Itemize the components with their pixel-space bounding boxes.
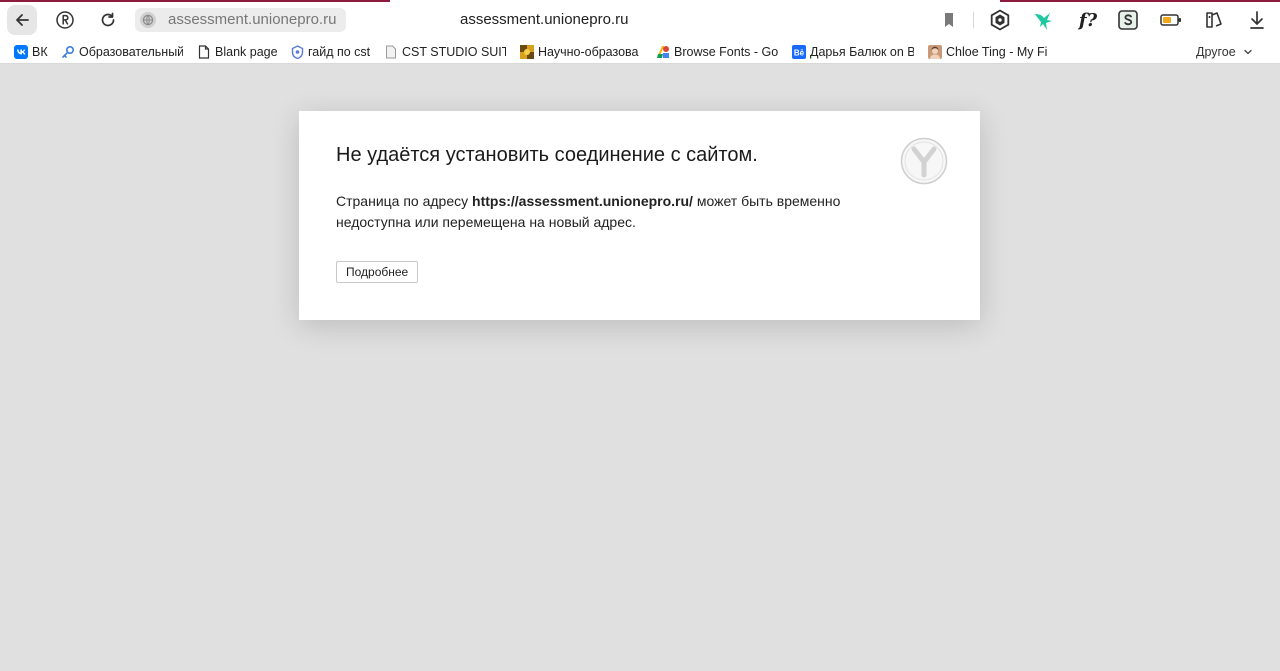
- font-identifier-button[interactable]: f?: [1075, 9, 1101, 31]
- toolbar-separator: [973, 12, 974, 28]
- bookmark-item[interactable]: CST STUDIO SUITE: [384, 43, 506, 60]
- battery-icon: [1160, 14, 1181, 26]
- details-button[interactable]: Подробнее: [336, 261, 419, 283]
- bookmarks-bar: ВК Образовательный Blank page гайд по cs…: [0, 40, 1280, 64]
- error-title: Не удаётся установить соединение с сайто…: [336, 144, 758, 166]
- bookmark-label: Blank page: [215, 44, 278, 59]
- bookmark-item[interactable]: Chloe Ting - My Fi: [928, 43, 1047, 60]
- chevron-down-icon: [1244, 49, 1252, 54]
- behance-icon: Bē: [792, 44, 806, 59]
- download-icon: [1250, 11, 1264, 29]
- google-fonts-icon: [656, 45, 670, 59]
- other-bookmarks-label: Другое: [1196, 44, 1236, 59]
- yandex-icon: [56, 11, 74, 29]
- yandex-browser-logo-icon: [900, 137, 948, 185]
- extension-shield-button[interactable]: [989, 9, 1011, 31]
- bookmark-item[interactable]: Образовательный: [61, 43, 183, 60]
- collections-button[interactable]: [1203, 9, 1225, 31]
- bookmark-label: Дарья Балюк on B: [810, 44, 914, 59]
- teal-hummingbird-icon: [1035, 13, 1052, 30]
- shield-icon: [290, 44, 304, 59]
- vk-icon: [14, 44, 28, 59]
- reload-icon: [101, 12, 115, 27]
- font-question-icon: f?: [1078, 9, 1098, 31]
- downloads-button[interactable]: [1246, 9, 1268, 31]
- back-button[interactable]: [7, 5, 37, 35]
- bookmark-label: Browse Fonts - Go: [674, 44, 778, 59]
- bookmark-label: CST STUDIO SUITE: [402, 44, 506, 59]
- collections-icon: [1206, 12, 1222, 28]
- page-icon: [197, 44, 211, 59]
- bookmark-item[interactable]: Browse Fonts - Go: [656, 43, 778, 60]
- error-url: https://assessment.unionepro.ru/: [472, 193, 693, 209]
- bookmark-label: Научно-образова: [538, 44, 639, 59]
- battery-saver-button[interactable]: [1160, 9, 1182, 31]
- extension-s-button[interactable]: [1117, 9, 1139, 31]
- error-message: Страница по адресу https://assessment.un…: [336, 191, 896, 233]
- bookmark-item[interactable]: ВК: [14, 43, 48, 60]
- bookmark-button[interactable]: [938, 9, 960, 31]
- bookmark-item[interactable]: Blank page: [197, 43, 278, 60]
- bookmark-label: Образовательный: [79, 44, 183, 59]
- bookmark-icon: [945, 13, 953, 27]
- bookmark-label: ВК: [32, 44, 48, 59]
- back-arrow-icon: [16, 14, 29, 26]
- address-bar-url[interactable]: assessment.unionepro.ru: [168, 11, 336, 28]
- bookmark-item[interactable]: гайд по cst: [290, 43, 370, 60]
- hexagon-shield-icon: [990, 9, 1010, 31]
- other-bookmarks-menu[interactable]: Другое: [1196, 43, 1253, 60]
- svg-text:Bē: Bē: [794, 48, 805, 57]
- file-icon: [384, 45, 398, 59]
- avatar-icon: [928, 44, 942, 59]
- browser-toolbar: assessment.unionepro.ru assessment.union…: [0, 0, 1280, 40]
- site-info-icon[interactable]: [139, 11, 157, 29]
- reload-button[interactable]: [93, 5, 123, 35]
- bookmark-item[interactable]: Bē Дарья Балюк on B: [792, 43, 914, 60]
- tab-strip-edge: [0, 0, 1280, 2]
- error-message-prefix: Страница по адресу: [336, 193, 473, 209]
- error-card: Не удаётся установить соединение с сайто…: [299, 111, 980, 320]
- page-title: assessment.unionepro.ru: [460, 11, 629, 28]
- yellow-tile-icon: [520, 44, 534, 59]
- bookmark-label: гайд по cst: [308, 44, 371, 59]
- key-icon: [61, 45, 75, 59]
- s-letter-icon: [1118, 10, 1138, 30]
- extension-teal-button[interactable]: [1032, 9, 1054, 31]
- bookmark-label: Chloe Ting - My Fi: [946, 44, 1048, 59]
- bookmark-item[interactable]: Научно-образова: [520, 43, 639, 60]
- address-bar[interactable]: assessment.unionepro.ru: [135, 8, 346, 32]
- yandex-home-button[interactable]: [50, 5, 80, 35]
